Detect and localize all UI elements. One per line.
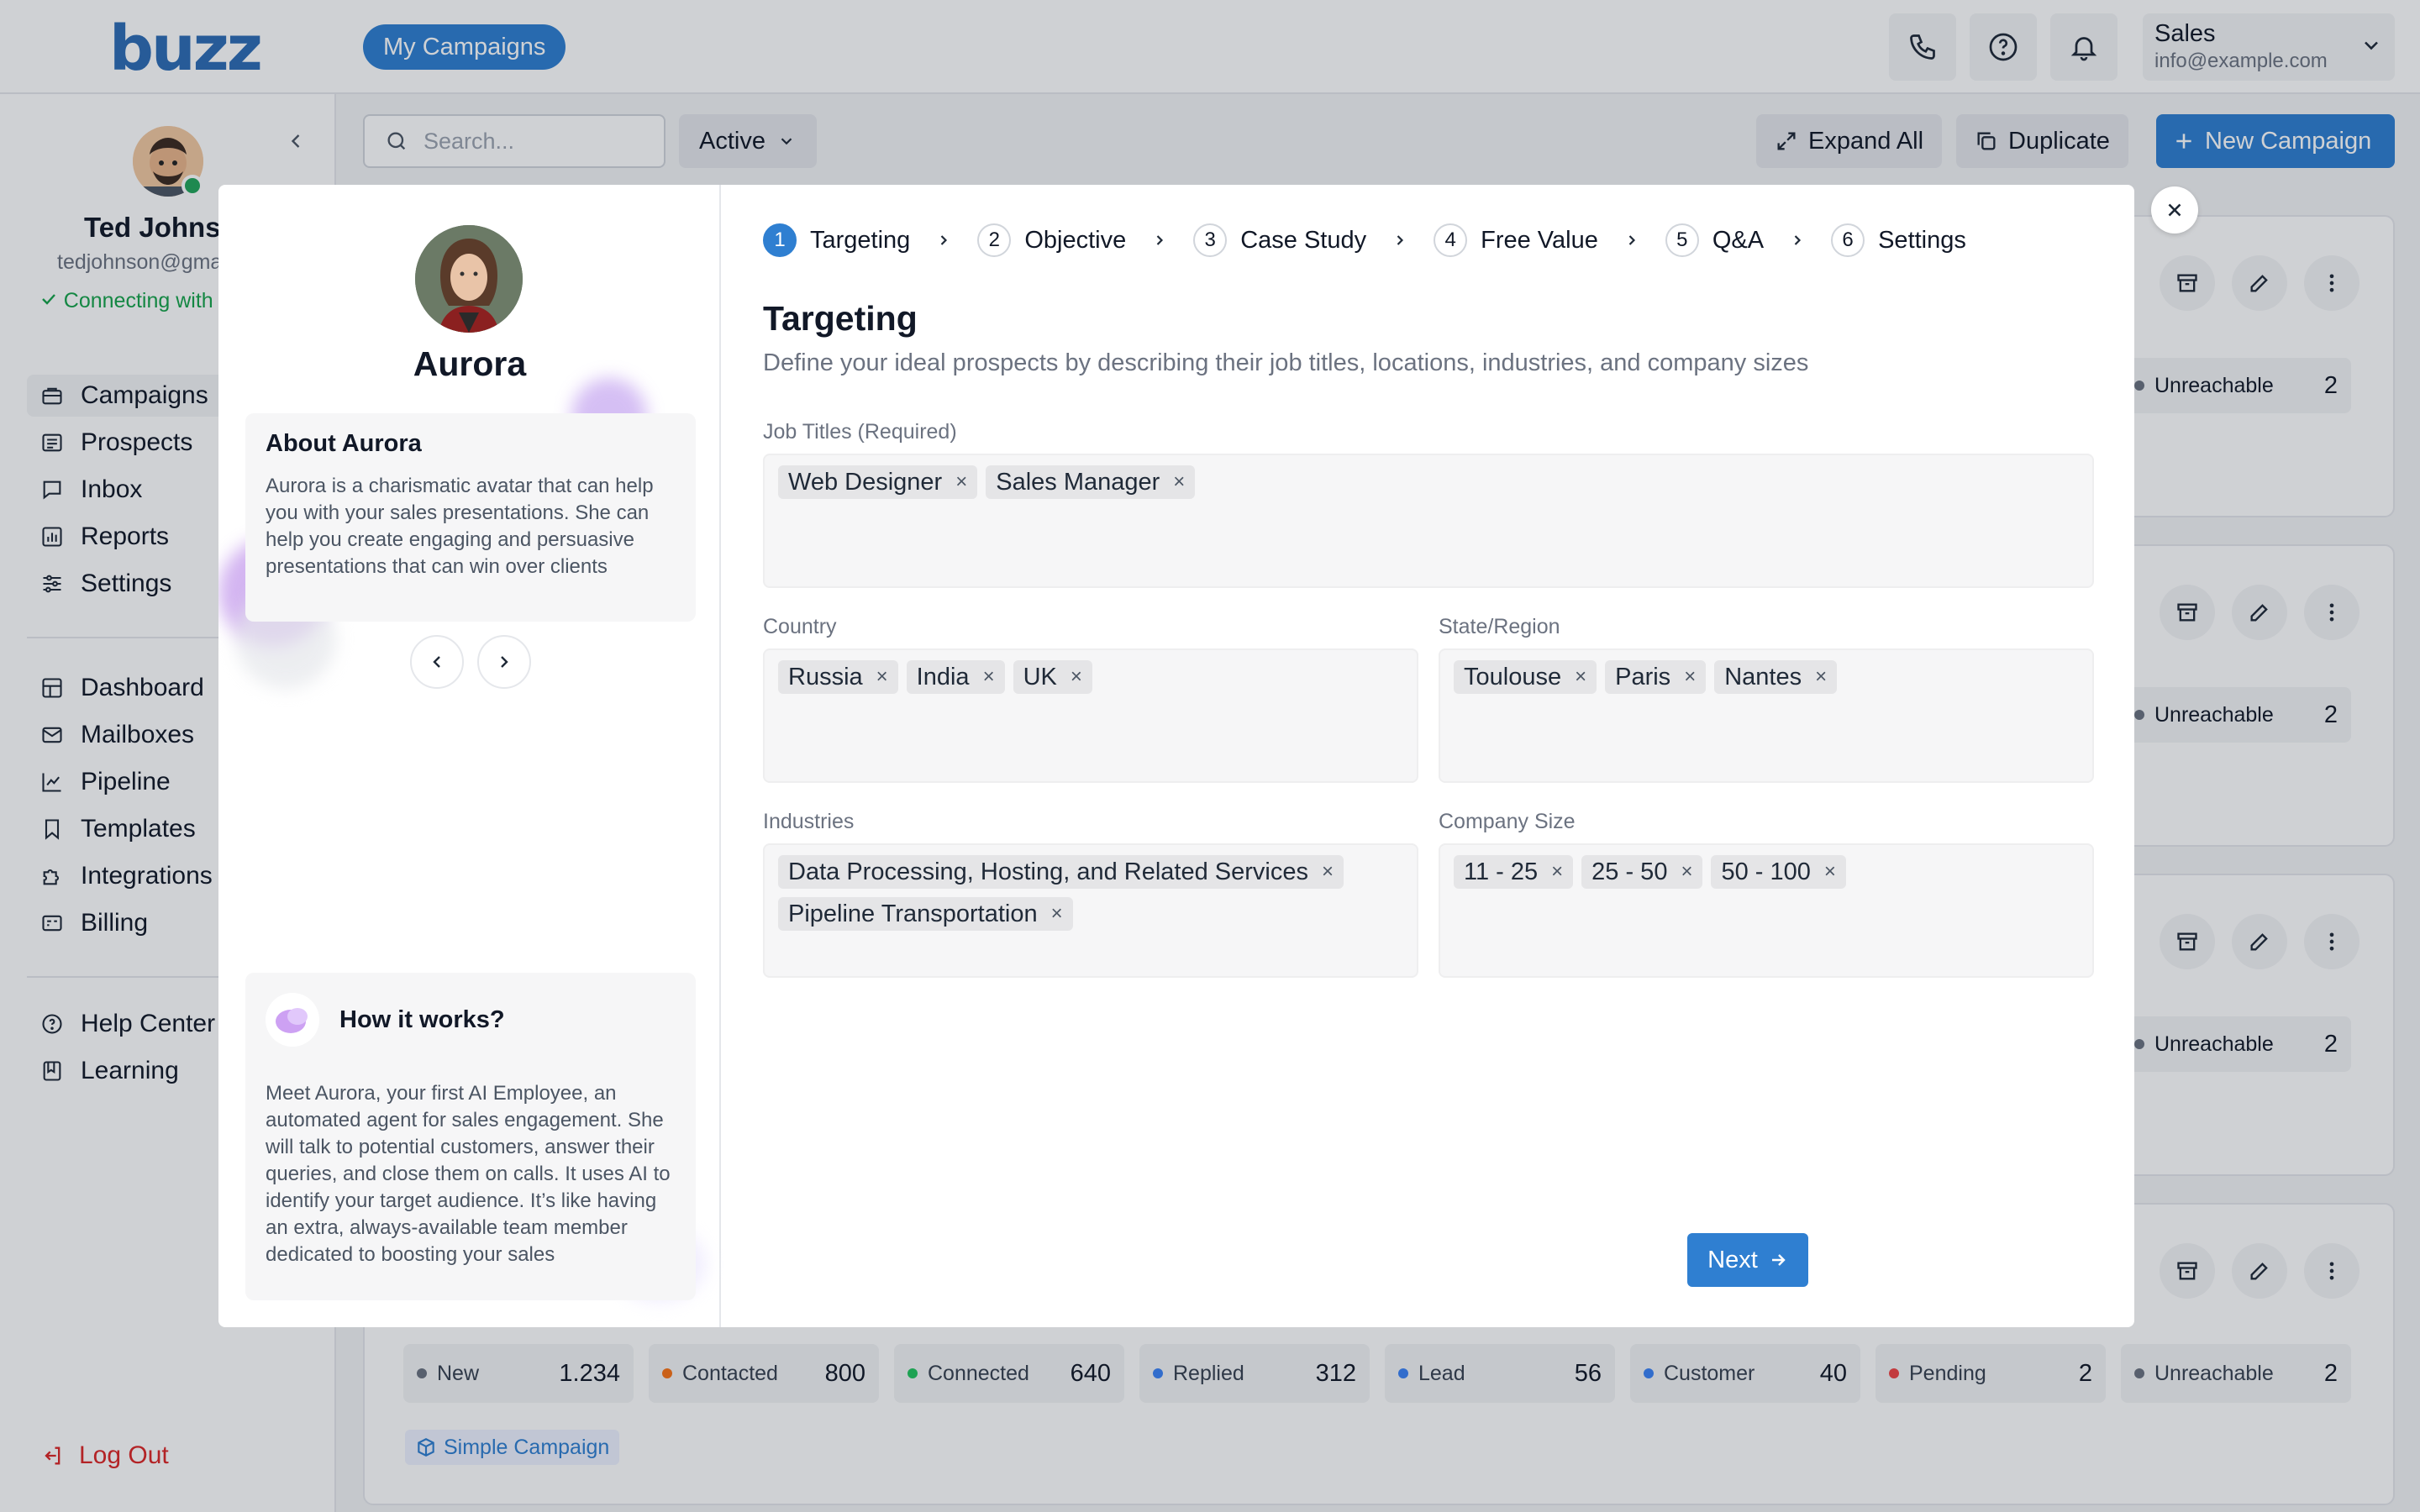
arrow-right-icon (1771, 1254, 1786, 1266)
remove-tag-icon[interactable]: × (1684, 665, 1696, 689)
chevron-right-icon (1151, 232, 1168, 249)
avatar-panel: Aurora About Aurora Aurora is a charisma… (218, 185, 721, 1327)
remove-tag-icon[interactable]: × (1173, 470, 1185, 494)
tag-chip: India × (906, 660, 1005, 694)
country-label: Country (763, 615, 837, 638)
how-it-works-card: How it works? Meet Aurora, your first AI… (245, 973, 696, 1300)
next-button[interactable]: Next (1687, 1233, 1808, 1287)
campaign-wizard-modal: Aurora About Aurora Aurora is a charisma… (218, 185, 2134, 1327)
company-size-label: Company Size (1439, 810, 1576, 833)
next-avatar-button[interactable] (477, 635, 531, 689)
previous-avatar-button[interactable] (410, 635, 464, 689)
aurora-avatar (415, 225, 523, 333)
job-titles-field[interactable]: Web Designer × Sales Manager × (763, 454, 2094, 588)
remove-tag-icon[interactable]: × (1322, 860, 1334, 884)
industries-field[interactable]: Data Processing, Hosting, and Related Se… (763, 843, 1418, 978)
remove-tag-icon[interactable]: × (955, 470, 967, 494)
chevron-right-icon (1789, 232, 1806, 249)
country-field[interactable]: Russia × India × UK × (763, 648, 1418, 783)
step-free-value[interactable]: 4 Free Value (1434, 223, 1665, 257)
remove-tag-icon[interactable]: × (1575, 665, 1586, 689)
chevron-right-icon (501, 656, 508, 668)
remove-tag-icon[interactable]: × (1551, 860, 1563, 884)
tag-chip: Paris × (1605, 660, 1707, 694)
tag-chip: Russia × (778, 660, 898, 694)
step-objective[interactable]: 2 Objective (977, 223, 1193, 257)
tag-chip: Data Processing, Hosting, and Related Se… (778, 855, 1344, 889)
how-text: Meet Aurora, your first AI Employee, an … (266, 1082, 671, 1266)
tag-chip: Sales Manager × (986, 465, 1196, 499)
remove-tag-icon[interactable]: × (1071, 665, 1082, 689)
wizard-stepper: 1 Targeting 2 Objective 3 Case Study 4 Free … (763, 223, 1966, 257)
tag-chip: Web Designer × (778, 465, 978, 499)
step-qa[interactable]: 5 Q&A (1665, 223, 1831, 257)
about-text: Aurora is a charismatic avatar that can … (266, 475, 654, 578)
close-modal-button[interactable] (2151, 186, 2198, 234)
tag-chip: 25 - 50 × (1581, 855, 1703, 889)
remove-tag-icon[interactable]: × (1824, 860, 1836, 884)
remove-tag-icon[interactable]: × (1815, 665, 1827, 689)
remove-tag-icon[interactable]: × (876, 665, 888, 689)
chevron-left-icon (433, 656, 440, 668)
tag-chip: Pipeline Transportation × (778, 897, 1073, 931)
avatar-name: Aurora (413, 344, 527, 383)
industries-label: Industries (763, 810, 855, 833)
step-case-study[interactable]: 3 Case Study (1193, 223, 1434, 257)
tag-chip: 11 - 25 × (1454, 855, 1574, 889)
how-title: How it works? (339, 1006, 505, 1033)
state-region-label: State/Region (1439, 615, 1560, 638)
remove-tag-icon[interactable]: × (983, 665, 995, 689)
about-avatar-card: About Aurora Aurora is a charismatic ava… (245, 413, 696, 622)
sparkle-icon (266, 993, 319, 1047)
step-settings[interactable]: 6 Settings (1831, 223, 1966, 257)
company-size-field[interactable]: 11 - 25 × 25 - 50 × 50 - 100 × (1439, 843, 2094, 978)
remove-tag-icon[interactable]: × (1681, 860, 1692, 884)
section-title: Targeting (763, 299, 918, 338)
step-targeting[interactable]: 1 Targeting (763, 223, 977, 257)
remove-tag-icon[interactable]: × (1051, 902, 1063, 926)
close-icon (2168, 203, 2181, 217)
chevron-right-icon (1623, 232, 1640, 249)
job-titles-label: Job Titles (Required) (763, 420, 957, 444)
tag-chip: Toulouse × (1454, 660, 1597, 694)
tag-chip: 50 - 100 × (1711, 855, 1846, 889)
chevron-right-icon (1392, 232, 1408, 249)
tag-chip: UK × (1013, 660, 1092, 694)
tag-chip: Nantes × (1714, 660, 1838, 694)
chevron-right-icon (935, 232, 952, 249)
section-subtitle: Define your ideal prospects by describin… (763, 349, 1809, 376)
wizard-form: 1 Targeting 2 Objective 3 Case Study 4 Free … (723, 185, 2134, 1327)
about-title: About Aurora (266, 430, 422, 457)
state-region-field[interactable]: Toulouse × Paris × Nantes × (1439, 648, 2094, 783)
